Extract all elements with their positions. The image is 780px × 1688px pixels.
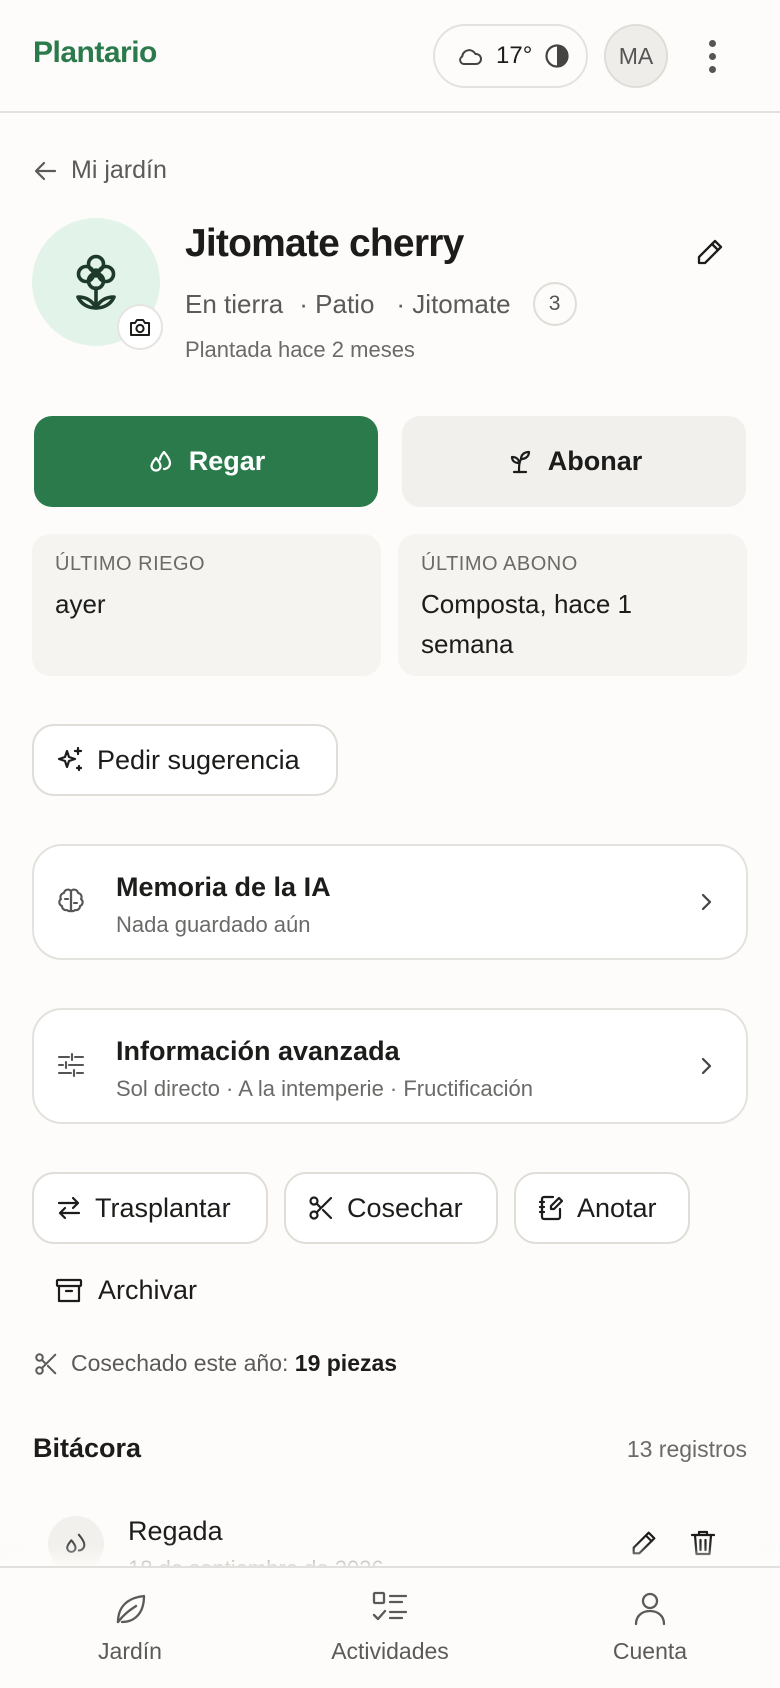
transplant-button[interactable]: Trasplantar [32,1172,268,1244]
sparkles-icon [55,745,85,775]
notebook-pen-icon [537,1194,565,1222]
leaf-icon [110,1588,150,1628]
log-title: Bitácora [33,1433,142,1463]
temperature: 17° [496,42,533,69]
bottom-nav: Jardín Actividades Cuenta [0,1566,780,1688]
swap-arrows-icon [55,1194,83,1222]
harvest-summary-label: Cosechado este año: [71,1350,289,1376]
sprout-icon [506,448,534,476]
delete-log-trash-icon[interactable] [689,1528,717,1558]
weather-pill[interactable]: 17° [433,24,588,88]
flower-icon [73,253,119,311]
chevron-right-icon [696,1054,716,1078]
avatar[interactable]: MA [604,24,668,88]
last-fertilize-card: ÚLTIMO ABONO Composta, hace 1 semana [398,534,747,676]
harvest-summary-value: 19 piezas [294,1350,398,1376]
edit-plant-button[interactable] [694,236,726,268]
checklist-icon [370,1588,410,1628]
harvest-button[interactable]: Cosechar [284,1172,498,1244]
archive-icon [54,1276,84,1306]
plant-location-type: En tierra [185,288,284,319]
water-button[interactable]: Regar [34,416,378,507]
edit-log-pencil-icon[interactable] [629,1528,659,1558]
plant-species: · Jitomate [396,288,511,319]
contrast-icon[interactable] [544,43,570,69]
advanced-info-title: Información avanzada [116,1036,400,1066]
sliders-icon [55,1049,87,1081]
back-link[interactable]: Mi jardín [33,156,167,185]
droplets-icon [48,1516,104,1572]
cloud-icon [456,45,484,67]
nav-garden-label: Jardín [98,1638,162,1664]
app-header: Plantario 17° MA [0,0,780,113]
scissors-icon [33,1351,59,1377]
nav-activities-label: Actividades [331,1638,449,1664]
note-label: Anotar [577,1192,657,1223]
chevron-right-icon [696,890,716,914]
note-button[interactable]: Anotar [514,1172,690,1244]
fertilize-button[interactable]: Abonar [402,416,746,507]
harvest-summary: Cosechado este año: 19 piezas [33,1350,397,1377]
camera-icon [128,316,152,338]
plant-area: · Patio [299,288,375,319]
plant-name: Jitomate cherry [185,222,464,265]
user-icon [630,1588,670,1628]
last-fertilize-label: ÚLTIMO ABONO [421,553,578,575]
last-fertilize-value: Composta, hace 1 semana [421,589,633,659]
fertilize-button-label: Abonar [547,446,643,476]
plant-count-badge: 3 [532,282,577,326]
pencil-icon [694,236,726,268]
change-photo-button[interactable] [117,304,163,350]
harvest-label: Cosechar [347,1192,463,1223]
plant-meta: En tierra · Patio · Jitomate 3 [185,282,577,326]
archive-button[interactable]: Archivar [54,1275,197,1306]
advanced-info-subtitle: Sol directo · A la intemperie · Fructifi… [116,1076,533,1101]
more-menu-icon[interactable] [696,32,728,80]
arrow-left-icon [33,158,59,184]
last-water-card: ÚLTIMO RIEGO ayer [32,534,381,676]
log-count: 13 registros [626,1436,747,1462]
last-water-label: ÚLTIMO RIEGO [55,553,206,575]
nav-activities[interactable]: Actividades [300,1588,480,1665]
water-button-label: Regar [188,446,266,476]
nav-account[interactable]: Cuenta [560,1588,740,1665]
ask-suggestion-label: Pedir sugerencia [97,744,300,775]
ai-memory-title: Memoria de la IA [116,872,331,902]
ai-memory-card[interactable]: Memoria de la IA Nada guardado aún [32,844,748,960]
droplets-icon [147,448,175,476]
ai-memory-subtitle: Nada guardado aún [116,912,311,937]
nav-garden[interactable]: Jardín [40,1588,220,1665]
scissors-icon [307,1194,335,1222]
archive-label: Archivar [98,1275,198,1305]
last-water-value: ayer [55,589,106,619]
advanced-info-card[interactable]: Información avanzada Sol directo · A la … [32,1008,748,1124]
back-link-label: Mi jardín [71,156,167,184]
app-brand[interactable]: Plantario [33,36,157,70]
log-item-title: Regada [128,1516,223,1546]
transplant-label: Trasplantar [95,1192,231,1223]
planted-date: Plantada hace 2 meses [185,337,415,362]
nav-account-label: Cuenta [612,1638,688,1664]
brain-icon [55,885,87,917]
ask-suggestion-button[interactable]: Pedir sugerencia [32,724,338,796]
